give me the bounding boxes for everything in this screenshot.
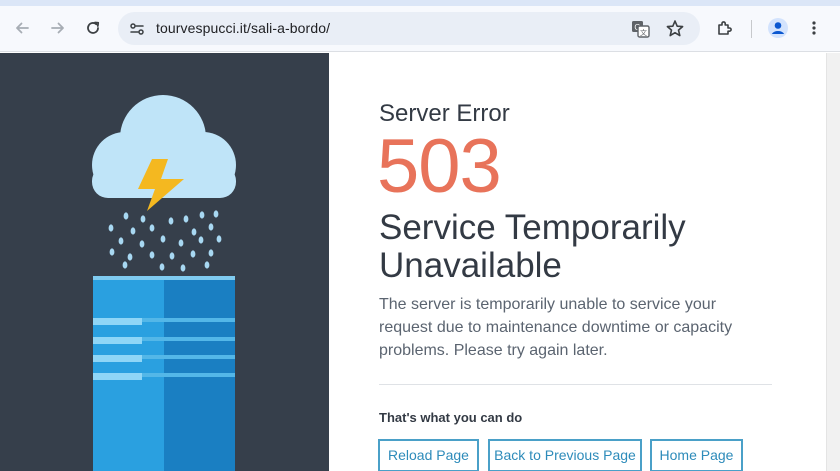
forward-button[interactable] [44,14,72,42]
site-info-icon[interactable] [129,21,145,37]
bookmark-button[interactable] [664,18,686,40]
browser-toolbar: tourvespucci.it/sali-a-bordo/ G 文 [0,0,840,52]
extensions-icon [718,21,732,35]
translate-icon: G 文 [632,21,650,38]
profile-avatar-icon [768,18,788,38]
actions-heading: That's what you can do [379,410,523,425]
storm-server-illustration [92,95,236,471]
extensions-button[interactable] [711,14,739,42]
error-title: Service Temporarily Unavailable [379,208,686,285]
vertical-scrollbar[interactable] [826,53,840,471]
forward-arrow-icon [51,22,64,34]
back-button[interactable] [8,14,36,42]
home-page-button[interactable]: Home Page [650,439,743,471]
error-code: 503 [377,124,502,209]
reload-icon [87,21,100,34]
bookmark-star-icon [666,20,684,37]
translate-button[interactable]: G 文 [630,18,652,40]
error-content: Server Error 503 Service Temporarily Una… [329,53,826,471]
reload-page-button[interactable]: Reload Page [378,439,479,471]
toolbar-separator [751,20,752,38]
error-message: The server is temporarily unable to serv… [379,296,733,359]
rain-drops-icon [108,210,222,272]
address-bar[interactable]: tourvespucci.it/sali-a-bordo/ G 文 [118,12,700,45]
server-tower-icon [93,276,235,471]
reload-button[interactable] [79,14,107,42]
divider [379,384,772,385]
tab-strip-edge [0,0,840,6]
back-arrow-icon [16,22,29,34]
browser-menu-button[interactable] [800,14,828,42]
profile-button[interactable] [764,14,792,42]
illustration-panel [0,53,329,471]
svg-text:文: 文 [640,28,647,37]
menu-kebab-icon [812,21,816,35]
back-to-previous-page-button[interactable]: Back to Previous Page [488,439,642,471]
url-text[interactable]: tourvespucci.it/sali-a-bordo/ [156,20,330,36]
